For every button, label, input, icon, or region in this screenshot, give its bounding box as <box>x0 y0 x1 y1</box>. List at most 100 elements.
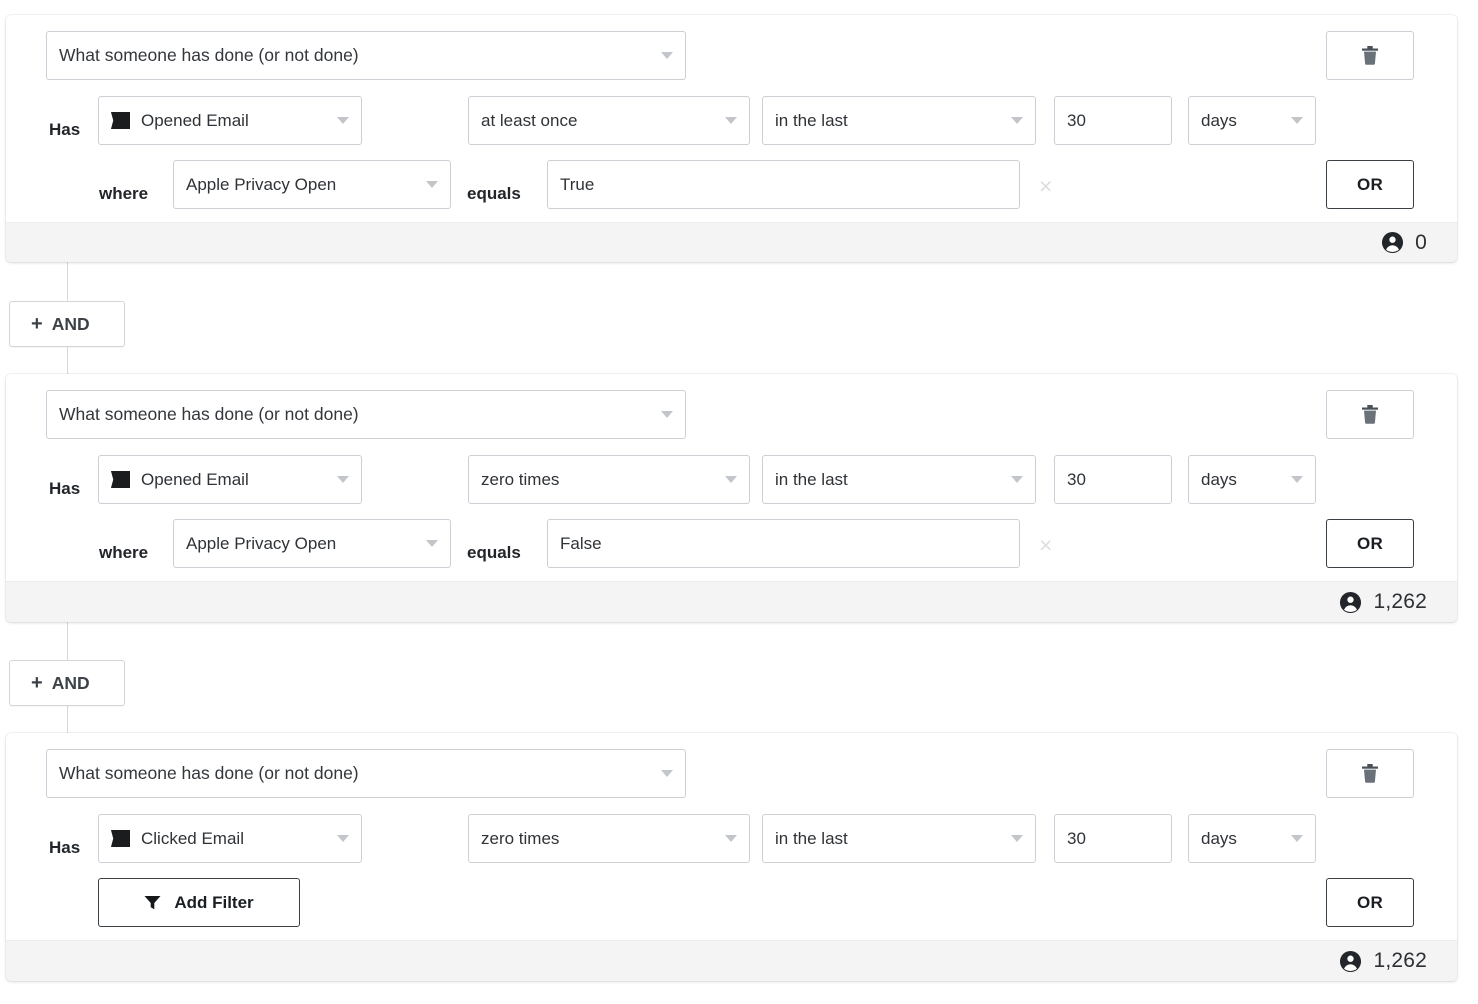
add-filter-button-3[interactable]: Add Filter <box>98 878 300 927</box>
condition-type-select-1[interactable]: What someone has done (or not done) <box>46 31 686 80</box>
chevron-down-icon <box>1011 117 1023 124</box>
unit-value-2: days <box>1201 470 1237 490</box>
filter-property-value-2: Apple Privacy Open <box>186 534 336 554</box>
chevron-down-icon <box>661 770 673 777</box>
condition-card-2-body: What someone has done (or not done) Has … <box>6 374 1457 581</box>
plus-icon: + <box>31 314 43 334</box>
frequency-value-2: zero times <box>481 470 559 490</box>
amount-input-1[interactable]: 30 <box>1054 96 1172 145</box>
frequency-select-1[interactable]: at least once <box>468 96 750 145</box>
unit-value-3: days <box>1201 829 1237 849</box>
delete-condition-button-2[interactable] <box>1326 390 1414 439</box>
connector-line-4 <box>67 705 68 735</box>
amount-input-3[interactable]: 30 <box>1054 814 1172 863</box>
chevron-down-icon <box>725 476 737 483</box>
event-select-3[interactable]: Clicked Email <box>98 814 362 863</box>
filter-value-input-2[interactable]: False <box>547 519 1020 568</box>
timeframe-select-3[interactable]: in the last <box>762 814 1036 863</box>
unit-select-3[interactable]: days <box>1188 814 1316 863</box>
timeframe-value-3: in the last <box>775 829 848 849</box>
filter-icon <box>144 895 161 911</box>
segment-builder: What someone has done (or not done) Has … <box>0 0 1478 1004</box>
trash-icon <box>1362 764 1378 783</box>
frequency-select-2[interactable]: zero times <box>468 455 750 504</box>
chevron-down-icon <box>1011 476 1023 483</box>
or-button-label-1: OR <box>1357 175 1383 195</box>
chevron-down-icon <box>661 52 673 59</box>
filter-property-select-1[interactable]: Apple Privacy Open <box>173 160 451 209</box>
or-button-label-2: OR <box>1357 534 1383 554</box>
frequency-select-3[interactable]: zero times <box>468 814 750 863</box>
condition-type-value-1: What someone has done (or not done) <box>59 45 359 66</box>
condition-type-value-3: What someone has done (or not done) <box>59 763 359 784</box>
remove-filter-icon-1[interactable]: × <box>1039 175 1052 198</box>
chevron-down-icon <box>661 411 673 418</box>
person-icon <box>1339 950 1362 973</box>
trash-icon <box>1362 405 1378 424</box>
timeframe-select-1[interactable]: in the last <box>762 96 1036 145</box>
condition-card-1: What someone has done (or not done) Has … <box>6 15 1457 262</box>
trash-icon <box>1362 46 1378 65</box>
event-value-1: Opened Email <box>141 111 249 131</box>
filter-property-select-2[interactable]: Apple Privacy Open <box>173 519 451 568</box>
event-select-1[interactable]: Opened Email <box>98 96 362 145</box>
member-count-value-2: 1,262 <box>1373 590 1427 614</box>
or-button-1[interactable]: OR <box>1326 160 1414 209</box>
condition-card-3: What someone has done (or not done) Has … <box>6 733 1457 981</box>
member-count-1: 0 <box>1381 231 1427 255</box>
chevron-down-icon <box>337 476 349 483</box>
chevron-down-icon <box>426 181 438 188</box>
timeframe-select-2[interactable]: in the last <box>762 455 1036 504</box>
filter-operator-label-1: equals <box>467 169 521 218</box>
add-and-button-1[interactable]: + AND <box>9 301 125 347</box>
flag-icon <box>111 830 130 847</box>
add-and-label-2: AND <box>52 673 90 694</box>
condition-card-1-body: What someone has done (or not done) Has … <box>6 15 1457 222</box>
amount-value-3: 30 <box>1067 829 1086 849</box>
connector-line-3 <box>67 622 68 662</box>
condition-type-select-3[interactable]: What someone has done (or not done) <box>46 749 686 798</box>
or-button-label-3: OR <box>1357 893 1383 913</box>
connector-line-1 <box>67 262 68 304</box>
chevron-down-icon <box>1291 476 1303 483</box>
amount-value-2: 30 <box>1067 470 1086 490</box>
has-label-3: Has <box>49 823 80 872</box>
member-count-3: 1,262 <box>1339 949 1427 973</box>
delete-condition-button-1[interactable] <box>1326 31 1414 80</box>
chevron-down-icon <box>337 835 349 842</box>
condition-card-1-footer: 0 <box>6 222 1457 262</box>
or-button-2[interactable]: OR <box>1326 519 1414 568</box>
person-icon <box>1339 591 1362 614</box>
remove-filter-icon-2[interactable]: × <box>1039 534 1052 557</box>
unit-select-2[interactable]: days <box>1188 455 1316 504</box>
chevron-down-icon <box>725 117 737 124</box>
unit-select-1[interactable]: days <box>1188 96 1316 145</box>
chevron-down-icon <box>426 540 438 547</box>
chevron-down-icon <box>1291 835 1303 842</box>
event-select-2[interactable]: Opened Email <box>98 455 362 504</box>
person-icon <box>1381 231 1404 254</box>
frequency-value-1: at least once <box>481 111 577 131</box>
condition-card-2-footer: 1,262 <box>6 581 1457 622</box>
chevron-down-icon <box>725 835 737 842</box>
member-count-value-3: 1,262 <box>1373 949 1427 973</box>
filter-value-input-1[interactable]: True <box>547 160 1020 209</box>
add-and-button-2[interactable]: + AND <box>9 660 125 706</box>
filter-value-1: True <box>560 175 594 195</box>
chevron-down-icon <box>1291 117 1303 124</box>
amount-input-2[interactable]: 30 <box>1054 455 1172 504</box>
delete-condition-button-3[interactable] <box>1326 749 1414 798</box>
where-label-2: where <box>99 528 148 577</box>
chevron-down-icon <box>337 117 349 124</box>
or-button-3[interactable]: OR <box>1326 878 1414 927</box>
plus-icon: + <box>31 673 43 693</box>
has-label-1: Has <box>49 105 80 154</box>
condition-type-select-2[interactable]: What someone has done (or not done) <box>46 390 686 439</box>
condition-card-2: What someone has done (or not done) Has … <box>6 374 1457 622</box>
member-count-2: 1,262 <box>1339 590 1427 614</box>
amount-value-1: 30 <box>1067 111 1086 131</box>
filter-property-value-1: Apple Privacy Open <box>186 175 336 195</box>
chevron-down-icon <box>1011 835 1023 842</box>
member-count-value-1: 0 <box>1415 231 1427 255</box>
condition-card-3-body: What someone has done (or not done) Has … <box>6 733 1457 940</box>
